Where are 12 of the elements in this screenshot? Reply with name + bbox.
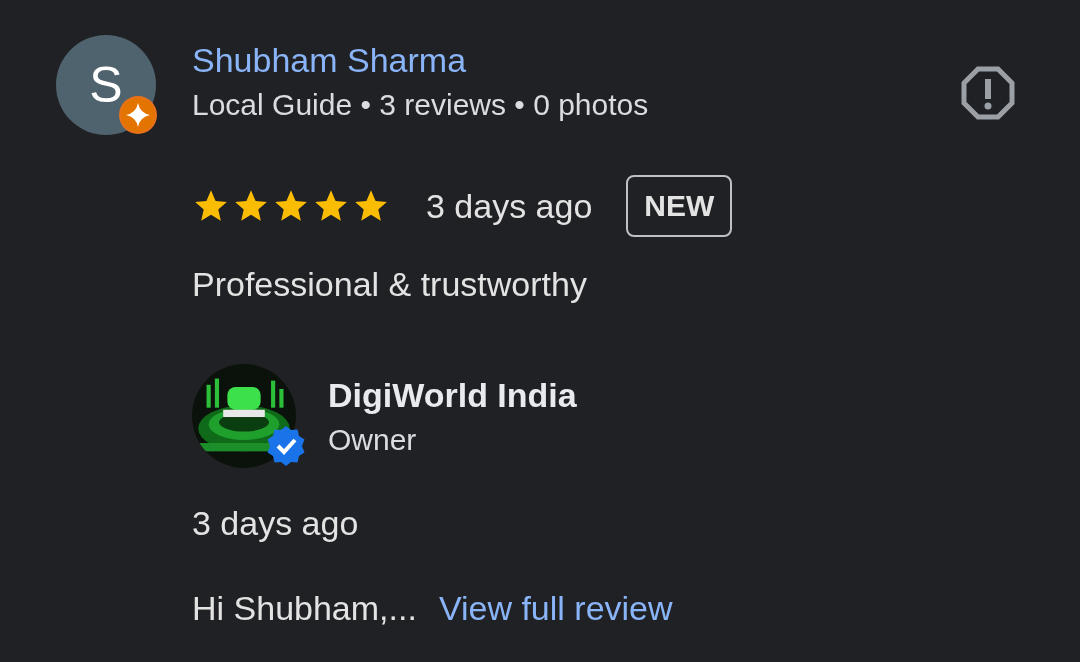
- avatar[interactable]: S: [56, 35, 156, 135]
- view-full-review-link[interactable]: View full review: [438, 589, 673, 628]
- owner-name: DigiWorld India: [328, 375, 577, 415]
- reviewer-meta: Local Guide • 3 reviews • 0 photos: [192, 88, 649, 122]
- reply-excerpt: Hi Shubham,...: [192, 589, 417, 628]
- review-time: 3 days ago: [426, 186, 593, 226]
- report-icon[interactable]: [960, 65, 1016, 121]
- owner-role: Owner: [328, 422, 417, 457]
- review-text: Professional & trustworthy: [192, 265, 587, 304]
- reply-time: 3 days ago: [192, 504, 359, 543]
- reviewer-name[interactable]: Shubham Sharma: [192, 41, 467, 80]
- new-badge: NEW: [626, 175, 733, 237]
